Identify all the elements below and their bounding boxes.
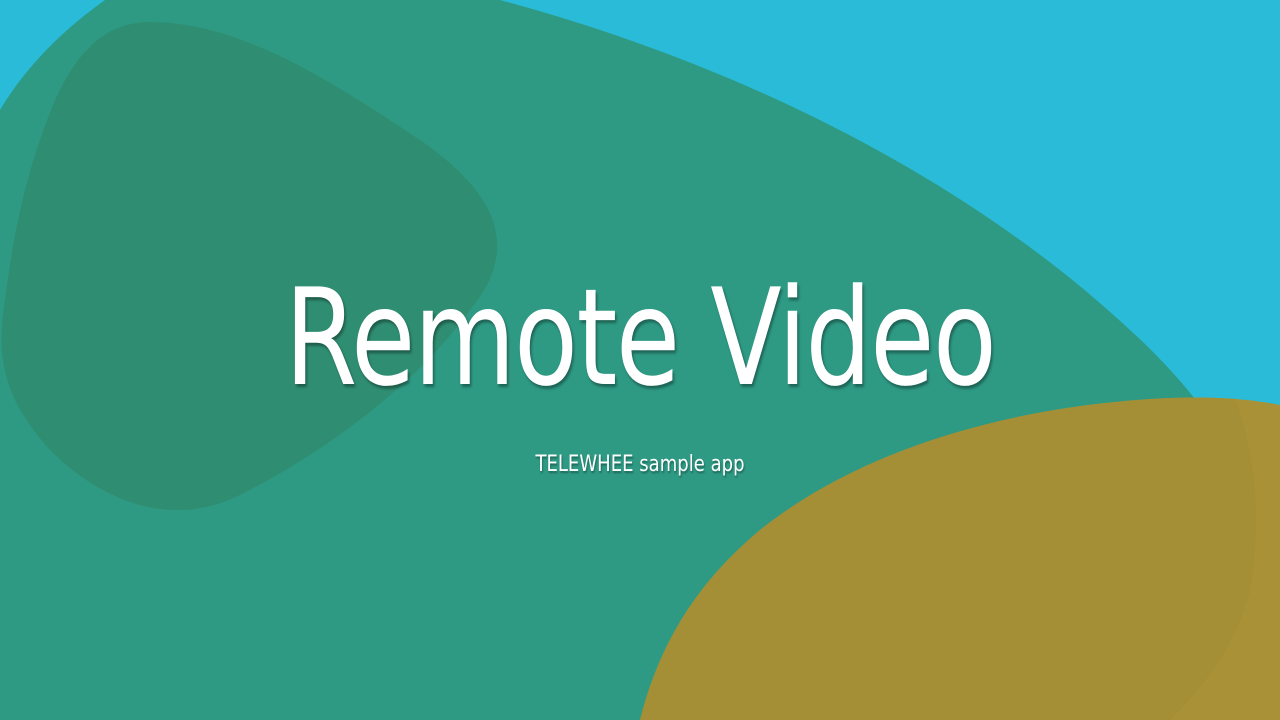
- title-block: Remote Video TELEWHEE sample app: [0, 0, 1280, 720]
- splash-screen: Remote Video TELEWHEE sample app: [0, 0, 1280, 720]
- app-title: Remote Video: [284, 260, 997, 416]
- app-subtitle: TELEWHEE sample app: [535, 452, 745, 477]
